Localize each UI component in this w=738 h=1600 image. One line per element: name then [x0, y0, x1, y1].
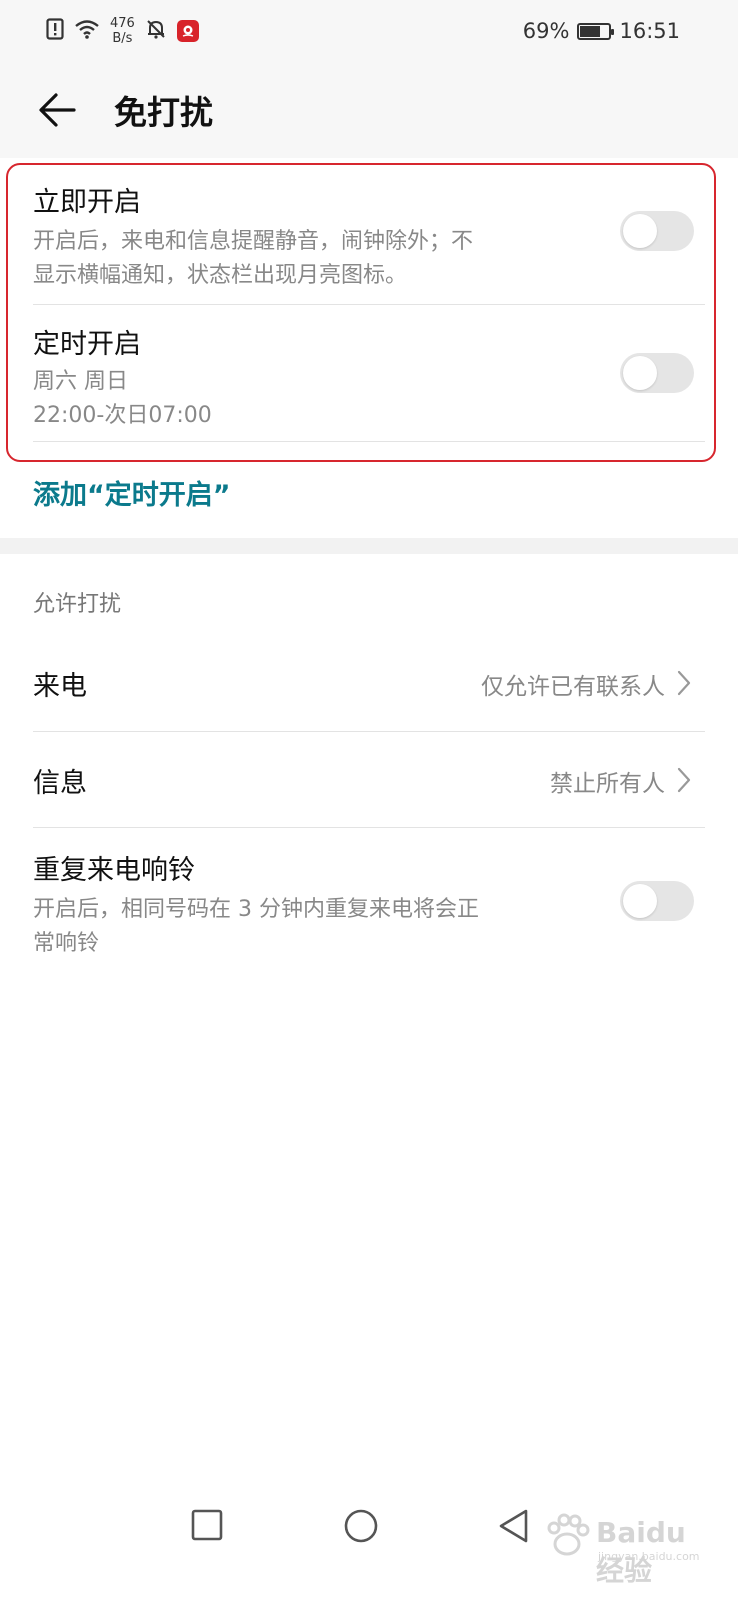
- battery-fill: [580, 25, 600, 37]
- immediate-on-toggle[interactable]: [620, 211, 694, 251]
- add-schedule-link[interactable]: 添加“定时开启”: [33, 473, 231, 512]
- messages-value: 禁止所有人: [550, 771, 665, 797]
- back-arrow-icon[interactable]: [36, 88, 80, 132]
- network-speed-value: 476: [110, 16, 135, 31]
- toggle-knob: [623, 356, 657, 390]
- back-triangle-icon[interactable]: [497, 1508, 531, 1548]
- calls-value: 仅允许已有联系人: [481, 674, 665, 700]
- allow-section-header: 允许打扰: [33, 592, 122, 617]
- toggle-knob: [623, 214, 657, 248]
- repeat-calls-row[interactable]: 重复来电响铃 开启后，相同号码在 3 分钟内重复来电将会正 常响铃: [33, 848, 705, 961]
- network-speed: 476 B/s: [110, 16, 135, 46]
- messages-label: 信息: [33, 768, 87, 799]
- app-bar: 免打扰: [0, 62, 738, 158]
- immediate-on-row[interactable]: 立即开启 开启后，来电和信息提醒静音，闹钟除外；不 显示横幅通知，状态栏出现月亮…: [33, 180, 705, 293]
- battery-icon: [577, 22, 615, 40]
- scheduled-on-toggle[interactable]: [620, 353, 694, 393]
- section-separator: [0, 538, 738, 554]
- repeat-calls-toggle[interactable]: [620, 881, 694, 921]
- paw-logo-icon: [542, 1510, 592, 1564]
- immediate-on-description-line1: 开启后，来电和信息提醒静音，闹钟除外；不: [33, 229, 474, 254]
- messages-row[interactable]: 信息 禁止所有人: [33, 733, 705, 829]
- sim-alert-icon: [46, 18, 64, 44]
- app-notification-icon: [176, 20, 199, 42]
- scheduled-on-time-range: 22:00-次日07:00: [33, 403, 212, 428]
- wifi-icon: [74, 18, 100, 44]
- calls-label: 来电: [33, 671, 87, 702]
- repeat-calls-description: 开启后，相同号码在 3 分钟内重复来电将会正 常响铃: [33, 893, 573, 961]
- divider: [33, 731, 705, 732]
- battery-percent: 69%: [522, 19, 570, 43]
- divider: [33, 304, 705, 305]
- recents-square-icon[interactable]: [190, 1508, 224, 1546]
- clock: 16:51: [619, 19, 680, 43]
- scheduled-on-title: 定时开启: [33, 329, 141, 360]
- immediate-on-title: 立即开启: [33, 187, 141, 218]
- divider: [33, 441, 705, 442]
- watermark-url: jingyan.baidu.com: [598, 1550, 700, 1563]
- status-bar-right: 69% 16:51: [523, 16, 680, 46]
- calls-row[interactable]: 来电 仅允许已有联系人: [33, 636, 705, 732]
- home-circle-icon[interactable]: [343, 1508, 379, 1548]
- chevron-right-icon: [677, 767, 691, 797]
- repeat-calls-title: 重复来电响铃: [33, 855, 195, 886]
- immediate-on-description: 开启后，来电和信息提醒静音，闹钟除外；不 显示横幅通知，状态栏出现月亮图标。: [33, 225, 573, 293]
- bell-off-icon: [145, 18, 167, 44]
- baidu-watermark: Baidu经验 jingyan.baidu.com: [538, 1500, 708, 1587]
- page-title: 免打扰: [114, 93, 213, 132]
- immediate-on-description-line2: 显示横幅通知，状态栏出现月亮图标。: [33, 263, 408, 288]
- chevron-right-icon: [677, 670, 691, 700]
- scheduled-on-days: 周六 周日: [33, 369, 128, 394]
- scheduled-on-row[interactable]: 定时开启 周六 周日 22:00-次日07:00: [33, 322, 705, 433]
- toggle-knob: [623, 884, 657, 918]
- divider: [33, 827, 705, 828]
- status-bar: 476 B/s 69% 16:51: [0, 0, 738, 62]
- repeat-calls-description-line2: 常响铃: [33, 931, 100, 956]
- repeat-calls-description-line1: 开启后，相同号码在 3 分钟内重复来电将会正: [33, 897, 479, 922]
- status-bar-left: 476 B/s: [46, 16, 199, 46]
- network-speed-unit: B/s: [112, 31, 133, 46]
